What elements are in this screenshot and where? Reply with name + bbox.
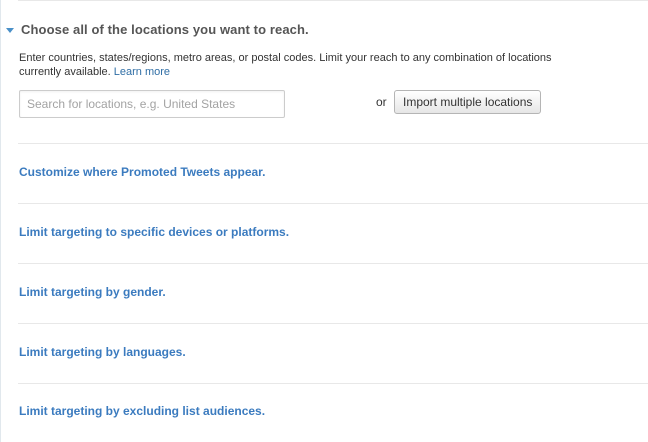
limit-gender-link[interactable]: Limit targeting by gender. xyxy=(19,285,166,299)
limit-languages-link[interactable]: Limit targeting by languages. xyxy=(19,345,186,359)
limit-list-audiences-link[interactable]: Limit targeting by excluding list audien… xyxy=(19,404,265,418)
locations-section-title: Choose all of the locations you want to … xyxy=(21,22,309,37)
customize-promoted-tweets-link[interactable]: Customize where Promoted Tweets appear. xyxy=(19,165,266,179)
or-label: or xyxy=(376,95,387,109)
section-divider xyxy=(18,143,648,144)
import-multiple-locations-button[interactable]: Import multiple locations xyxy=(394,90,542,114)
locations-section-header[interactable]: Choose all of the locations you want to … xyxy=(6,22,309,37)
limit-devices-link[interactable]: Limit targeting to specific devices or p… xyxy=(19,225,289,239)
locations-help-text: Enter countries, states/regions, metro a… xyxy=(19,51,579,79)
locations-help-body: Enter countries, states/regions, metro a… xyxy=(19,52,552,78)
targeting-panel: Choose all of the locations you want to … xyxy=(0,0,648,442)
section-divider xyxy=(18,263,648,264)
section-divider xyxy=(18,323,648,324)
section-divider xyxy=(18,383,648,384)
location-search-input[interactable] xyxy=(19,90,285,118)
learn-more-link[interactable]: Learn more xyxy=(114,66,170,78)
section-divider xyxy=(18,203,648,204)
caret-down-icon[interactable] xyxy=(6,27,14,33)
locations-section: Choose all of the locations you want to … xyxy=(0,0,648,143)
